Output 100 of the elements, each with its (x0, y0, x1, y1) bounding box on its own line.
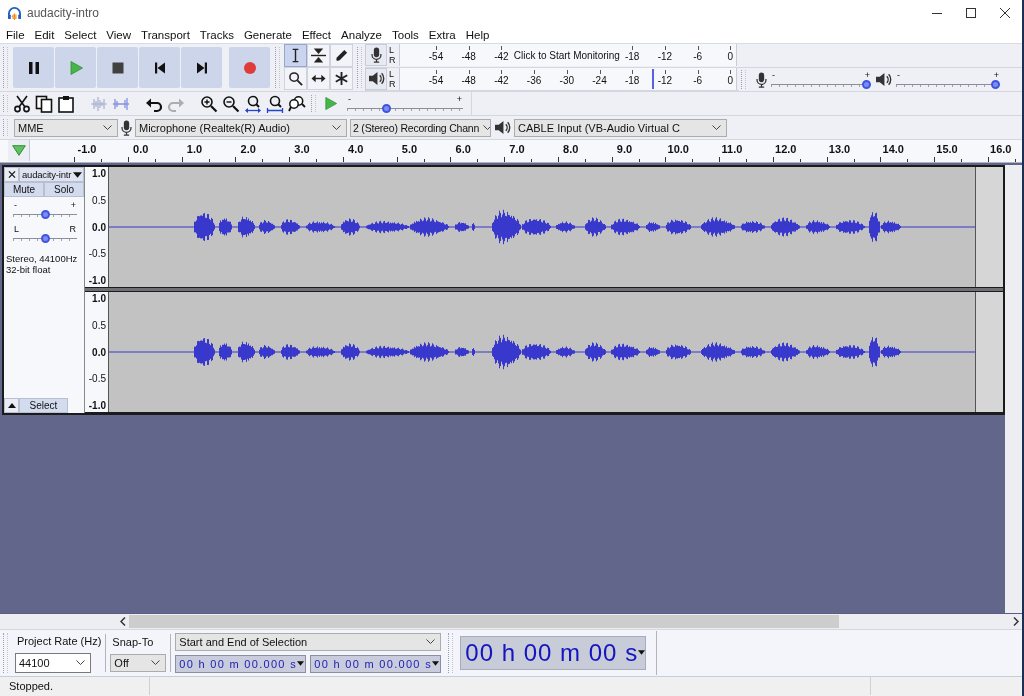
menu-item[interactable]: View (101, 28, 137, 41)
caret-icon (432, 661, 440, 667)
mute-button[interactable]: Mute (4, 182, 44, 198)
menu-item[interactable]: Extra (423, 28, 461, 41)
channel-label: R (389, 55, 397, 66)
playback-meter-button[interactable] (365, 67, 387, 90)
speaker-icon (875, 72, 892, 88)
selection-mode-dropdown[interactable]: Start and End of Selection (175, 633, 442, 651)
playback-meter[interactable]: -54 -48 -42 -36 -30 -24 -18 -12 -6 0 (399, 67, 737, 90)
status-text: Stopped. (8, 680, 55, 693)
stop-button[interactable] (97, 47, 138, 89)
menu-item[interactable]: Edit (29, 28, 60, 41)
audio-host-dropdown[interactable]: MME (14, 118, 118, 137)
menu-item[interactable]: Transport (136, 28, 195, 41)
timeline-label: 13.0 (828, 143, 851, 157)
slider-max-label: R (69, 225, 76, 235)
tool-button[interactable] (307, 44, 330, 68)
timeline-play-head-button[interactable] (8, 140, 30, 162)
track-close-button[interactable] (4, 167, 19, 183)
pause-button[interactable] (13, 47, 54, 89)
fit-selection-icon (244, 94, 262, 113)
meter-scale-label: -6 (692, 74, 704, 87)
snap-to-dropdown[interactable]: Off (110, 654, 167, 672)
playback-device-dropdown[interactable]: CABLE Input (VB-Audio Virtual C (514, 118, 727, 137)
timeline-label: 14.0 (882, 143, 904, 157)
tool-button[interactable] (307, 67, 330, 91)
timeline-label: 9.0 (616, 143, 633, 157)
record-meter[interactable]: -54 -48 -42 Click to Start Monitoring -18 -12 -6 0 (399, 44, 737, 67)
channel-label: R (389, 78, 397, 89)
microphone-icon (756, 71, 767, 88)
tool-button[interactable] (330, 67, 353, 91)
time-display[interactable]: 00 h 00 m 00 s (460, 636, 647, 670)
skip-start-button[interactable] (139, 47, 180, 89)
collapse-button[interactable] (4, 398, 19, 414)
chevron-icon (483, 125, 490, 131)
record-button[interactable] (229, 47, 270, 89)
select-track-button[interactable]: Select (19, 398, 68, 414)
pencil-icon (334, 48, 349, 64)
track-name-menu[interactable]: audacity-intr (19, 167, 84, 183)
slider-thumb[interactable] (991, 79, 1000, 89)
copy-icon (35, 94, 53, 113)
meter-scale-label: -30 (558, 74, 575, 87)
menu-item[interactable]: Select (59, 28, 102, 41)
zoom-toggle-icon (288, 94, 306, 113)
meter-scale-label: -48 (460, 74, 477, 87)
waveform[interactable] (109, 292, 975, 413)
window-title: audacity-intro (27, 6, 100, 20)
recording-device-dropdown[interactable]: Microphone (Realtek(R) Audio) (135, 118, 347, 137)
timeline-label: 6.0 (455, 143, 471, 157)
snap-to-label: Snap-To (111, 635, 155, 650)
scrollbar-thumb[interactable] (129, 615, 839, 629)
menu-item[interactable]: Tools (387, 28, 424, 41)
selection-end-field[interactable]: 00 h 00 m 00.000 s (310, 655, 442, 673)
chevron-icon (712, 125, 721, 131)
microphone-icon (370, 47, 382, 64)
maximize-icon (966, 8, 976, 18)
trim-waveform-icon (90, 94, 108, 113)
vertical-scrollbar[interactable] (1005, 165, 1022, 614)
amplitude-label: -0.5 (88, 373, 106, 386)
slider-thumb[interactable] (382, 103, 392, 113)
record-meter-button[interactable] (365, 44, 387, 67)
track-info-text: Stereo, 44100Hz (6, 253, 79, 265)
solo-button[interactable]: Solo (44, 182, 84, 198)
slider-min-label: - (14, 201, 17, 211)
caret-icon (638, 650, 646, 656)
fit-project-icon (266, 94, 284, 113)
envelope-tool-icon (311, 48, 326, 64)
down-triangle-icon (11, 145, 26, 157)
menu-item[interactable]: File (1, 28, 30, 41)
slider-max-label: + (456, 94, 462, 104)
menu-item[interactable]: Analyze (336, 28, 387, 41)
scroll-right-icon[interactable] (1013, 617, 1019, 627)
selection-start-field[interactable]: 00 h 00 m 00.000 s (175, 655, 307, 673)
amplitude-label: -1.0 (88, 275, 106, 288)
tool-button[interactable] (284, 67, 307, 91)
menu-item[interactable]: Help (460, 28, 495, 41)
slider-min-label: - (897, 70, 900, 80)
waveform[interactable] (109, 167, 975, 288)
meter-scale-label: -36 (525, 74, 543, 87)
menu-item[interactable]: Effect (296, 28, 337, 41)
amplitude-label: 1.0 (92, 293, 106, 306)
amplitude-label: 0.5 (92, 319, 106, 332)
slider-thumb[interactable] (40, 234, 50, 244)
tool-button[interactable] (284, 44, 307, 68)
menu-item[interactable]: Tracks (194, 28, 239, 41)
tool-button[interactable] (330, 44, 353, 68)
amplitude-label: 0.0 (92, 221, 106, 234)
slider-thumb[interactable] (40, 210, 50, 220)
timeline-label: 8.0 (563, 143, 579, 157)
project-rate-dropdown[interactable]: 44100 (15, 653, 91, 673)
chevron-icon (76, 660, 85, 666)
recording-channels-dropdown[interactable]: 2 (Stereo) Recording Chann (350, 118, 491, 137)
slider-max-label: + (70, 201, 76, 211)
monitoring-prompt[interactable]: Click to Start Monitoring (513, 50, 620, 63)
track-info-text: 32-bit float (6, 264, 52, 276)
skip-end-button[interactable] (181, 47, 222, 89)
slider-thumb[interactable] (862, 79, 871, 89)
menu-item[interactable]: Generate (238, 28, 297, 41)
meter-scale-label: -12 (656, 74, 674, 87)
scroll-left-icon[interactable] (120, 617, 126, 627)
